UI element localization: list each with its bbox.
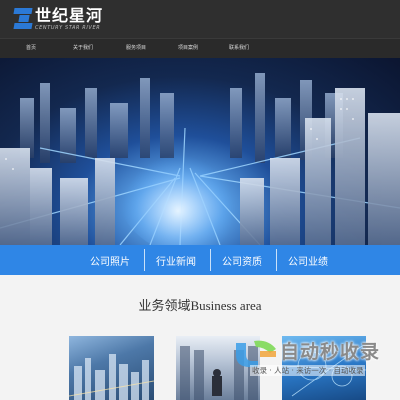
nav-item-home[interactable]: 首页 bbox=[26, 44, 36, 51]
nav-item-cases[interactable]: 项目案例 bbox=[178, 44, 198, 51]
city-aerial-image bbox=[69, 354, 154, 400]
city-skyline-illustration bbox=[0, 73, 400, 245]
hero-banner-image bbox=[0, 58, 400, 245]
watermark-overlay: 自动秒收录 收录 · 人站 · 来访一次 · 自动收录 bbox=[232, 335, 392, 383]
watermark-logo-icon bbox=[236, 340, 276, 367]
logo-name-cn: 世纪星河 bbox=[35, 5, 104, 25]
watermark-title: 自动秒收录 bbox=[280, 341, 381, 363]
tab-performance[interactable]: 公司业绩 bbox=[276, 245, 340, 275]
section-title: 业务领域Business area bbox=[138, 298, 262, 313]
site-header: 世纪星河 CENTURY STAR RIVER bbox=[0, 0, 400, 38]
nav-item-contact[interactable]: 联系我们 bbox=[229, 44, 249, 51]
logo-mark-icon bbox=[13, 8, 33, 30]
tab-qualifications[interactable]: 公司资质 bbox=[210, 245, 274, 275]
nav-item-services[interactable]: 服务项目 bbox=[126, 44, 146, 51]
main-nav: 首页 关于我们 服务项目 项目案例 联系我们 bbox=[0, 38, 400, 58]
quick-links-bar: 公司照片 行业新闻 公司资质 公司业绩 bbox=[0, 245, 400, 275]
business-card-city[interactable] bbox=[69, 336, 154, 400]
watermark-subtitle: 收录 · 人站 · 来访一次 · 自动收录 bbox=[250, 365, 366, 376]
logo-name-en: CENTURY STAR RIVER bbox=[35, 24, 101, 31]
tab-company-photos[interactable]: 公司照片 bbox=[78, 245, 142, 275]
tab-industry-news[interactable]: 行业新闻 bbox=[144, 245, 208, 275]
site-logo[interactable]: 世纪星河 CENTURY STAR RIVER bbox=[13, 5, 104, 33]
nav-item-about[interactable]: 关于我们 bbox=[73, 44, 93, 51]
